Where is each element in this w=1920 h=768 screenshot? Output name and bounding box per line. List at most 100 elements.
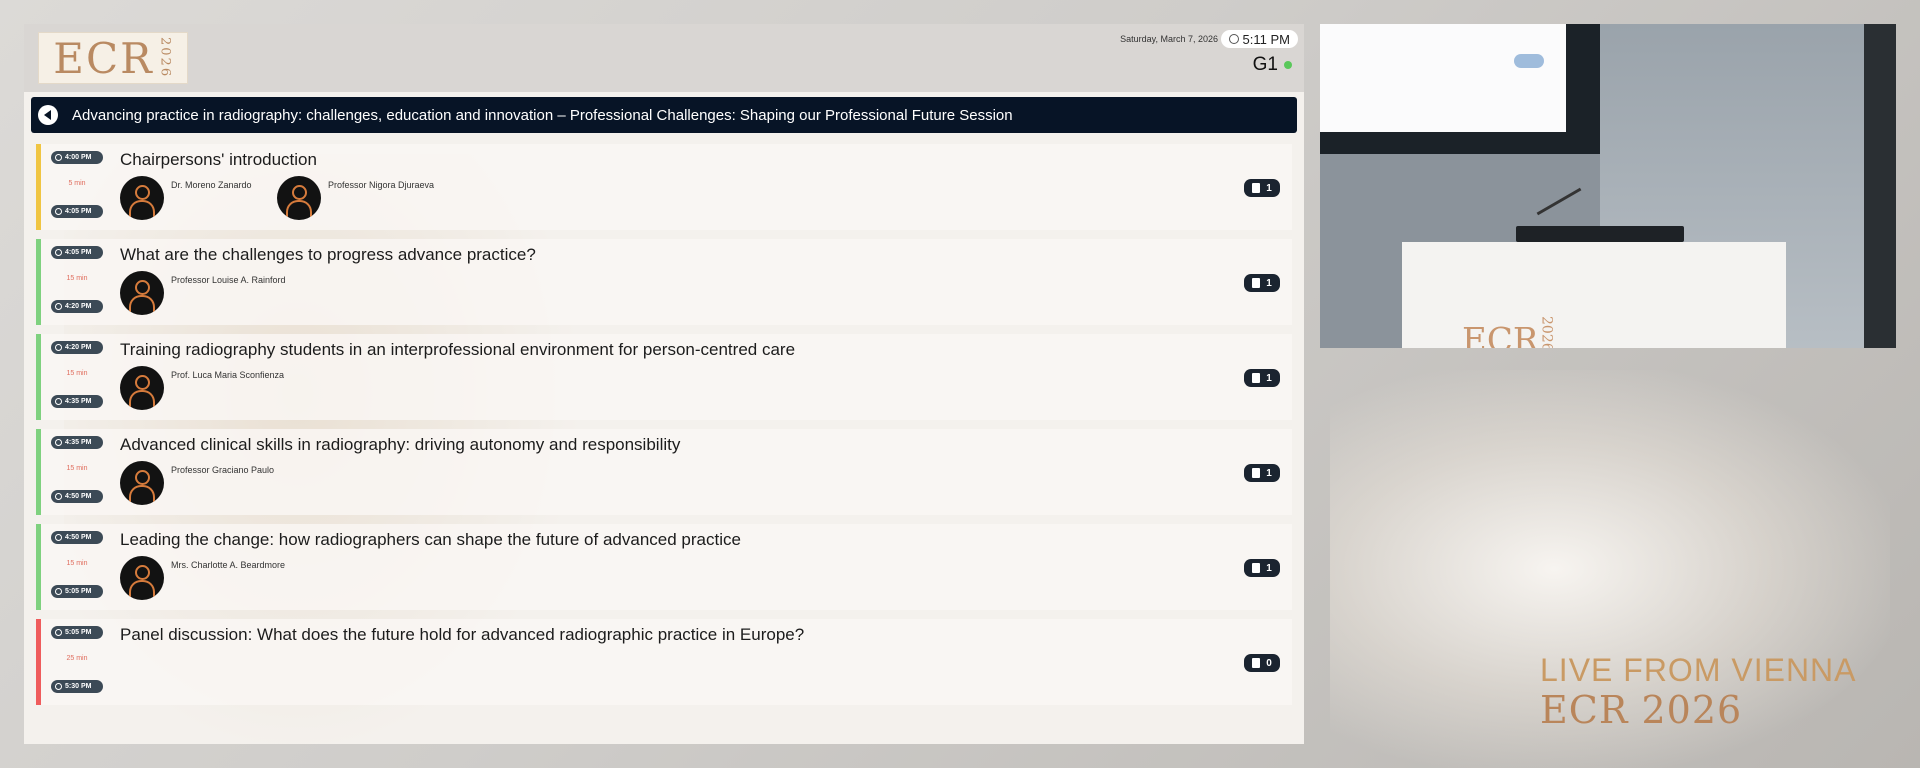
document-count: 1 <box>1266 562 1272 574</box>
speaker-name: Prof. Luca Maria Sconfienza <box>171 370 285 380</box>
end-time: 4:35 PM <box>65 398 92 405</box>
end-time-badge: 4:50 PM <box>51 490 103 503</box>
start-time-badge: 4:00 PM <box>51 151 103 164</box>
speaker-name: Professor Graciano Paulo <box>171 465 275 475</box>
duration-label: 15 min <box>66 275 88 282</box>
end-time: 5:05 PM <box>65 588 92 595</box>
end-time: 4:50 PM <box>65 493 92 500</box>
documents-button[interactable]: 1 <box>1244 274 1280 292</box>
start-time: 4:35 PM <box>65 439 92 446</box>
live-video-feed: ECR2026 <box>1320 24 1896 348</box>
document-count: 0 <box>1266 657 1272 669</box>
speaker-name: Mrs. Charlotte A. Beardmore <box>171 560 286 570</box>
branding-line1: LIVE FROM VIENNA <box>1540 652 1857 688</box>
start-time: 4:20 PM <box>65 344 92 351</box>
start-time: 5:05 PM <box>65 629 92 636</box>
talk-title[interactable]: Leading the change: how radiographers ca… <box>120 530 741 550</box>
talk-card[interactable]: 4:35 PM 15 min 4:50 PM Advanced clinical sk… <box>36 429 1292 515</box>
podium-logo-text: ECR <box>1462 320 1539 348</box>
back-arrow-icon[interactable] <box>38 105 58 125</box>
start-time-badge: 5:05 PM <box>51 626 103 639</box>
duration-label: 15 min <box>66 370 88 377</box>
documents-button[interactable]: 1 <box>1244 559 1280 577</box>
ecr-logo: ECR 2026 <box>38 32 188 84</box>
podium <box>1402 242 1786 348</box>
end-time: 4:20 PM <box>65 303 92 310</box>
speaker-name: Professor Nigora Djuraeva <box>328 180 435 190</box>
status-dot-icon <box>1284 61 1292 69</box>
end-time-badge: 5:30 PM <box>51 680 103 693</box>
duration-label: 15 min <box>66 560 88 567</box>
start-time: 4:50 PM <box>65 534 92 541</box>
podium-logo-year: 2026 <box>1538 316 1555 348</box>
agenda-panel: ECR 2026 Saturday, March 7, 2026 5:11 PM… <box>24 24 1304 744</box>
clock-icon <box>55 249 62 256</box>
end-time-badge: 4:05 PM <box>51 205 103 218</box>
start-time: 4:00 PM <box>65 154 92 161</box>
clock-badge: 5:11 PM <box>1220 30 1298 48</box>
document-count: 1 <box>1266 372 1272 384</box>
clock-icon <box>55 208 62 215</box>
speaker[interactable]: Professor Graciano Paulo <box>120 461 274 505</box>
speaker[interactable]: Dr. Moreno Zanardo <box>120 176 252 220</box>
logo-year: 2026 <box>157 37 173 79</box>
clock-icon <box>1228 34 1239 44</box>
document-count: 1 <box>1266 182 1272 194</box>
speaker[interactable]: Professor Nigora Djuraeva <box>277 176 434 220</box>
document-count: 1 <box>1266 467 1272 479</box>
logo-text: ECR <box>53 33 154 83</box>
clock-icon <box>55 154 62 161</box>
documents-button[interactable]: 1 <box>1244 369 1280 387</box>
projection-screen <box>1320 24 1566 132</box>
end-time-badge: 4:35 PM <box>51 395 103 408</box>
end-time: 4:05 PM <box>65 208 92 215</box>
speaker[interactable]: Mrs. Charlotte A. Beardmore <box>120 556 285 600</box>
document-icon <box>1252 373 1261 383</box>
talk-card[interactable]: 4:00 PM 5 min 4:05 PM Chairpersons' introdu… <box>36 144 1292 230</box>
avatar-icon <box>120 461 164 505</box>
speaker[interactable]: Professor Louise A. Rainford <box>120 271 286 315</box>
clock-icon <box>55 683 62 690</box>
podium-monitor <box>1516 226 1684 242</box>
clock-icon <box>55 398 62 405</box>
room-indicator: G1 <box>1253 54 1292 76</box>
end-time-badge: 5:05 PM <box>51 585 103 598</box>
talk-card[interactable]: 4:50 PM 15 min 5:05 PM Leading the change: … <box>36 524 1292 610</box>
start-time-badge: 4:05 PM <box>51 246 103 259</box>
clock-icon <box>55 588 62 595</box>
avatar-icon <box>120 366 164 410</box>
talk-title[interactable]: Advanced clinical skills in radiography:… <box>120 435 680 455</box>
talk-title[interactable]: What are the challenges to progress adva… <box>120 245 536 265</box>
talk-title[interactable]: Chairpersons' introduction <box>120 150 317 170</box>
duration-label: 15 min <box>66 465 88 472</box>
avatar-icon <box>120 556 164 600</box>
microphone-icon <box>1536 187 1582 216</box>
document-icon <box>1252 183 1261 193</box>
talk-card[interactable]: 4:20 PM 15 min 4:35 PM Training radiography… <box>36 334 1292 420</box>
header-bar: ECR 2026 Saturday, March 7, 2026 5:11 PM… <box>24 24 1304 92</box>
document-icon <box>1252 563 1261 573</box>
talk-title[interactable]: Panel discussion: What does the future h… <box>120 625 804 645</box>
duration-label: 5 min <box>68 180 86 187</box>
talk-card[interactable]: 5:05 PM 25 min 5:30 PM Panel discussion: Wh… <box>36 619 1292 705</box>
talk-title[interactable]: Training radiography students in an inte… <box>120 340 795 360</box>
branding-line2: ECR 2026 <box>1540 688 1743 732</box>
avatar-icon <box>120 271 164 315</box>
speaker-name: Professor Louise A. Rainford <box>171 275 286 285</box>
end-time-badge: 4:20 PM <box>51 300 103 313</box>
start-time-badge: 4:35 PM <box>51 436 103 449</box>
start-time: 4:05 PM <box>65 249 92 256</box>
document-count: 1 <box>1266 277 1272 289</box>
start-time-badge: 4:20 PM <box>51 341 103 354</box>
clock-icon <box>55 534 62 541</box>
speaker[interactable]: Prof. Luca Maria Sconfienza <box>120 366 284 410</box>
end-time: 5:30 PM <box>65 683 92 690</box>
clock-icon <box>55 344 62 351</box>
documents-button[interactable]: 0 <box>1244 654 1280 672</box>
document-icon <box>1252 278 1261 288</box>
duration-label: 25 min <box>66 655 88 662</box>
documents-button[interactable]: 1 <box>1244 464 1280 482</box>
talk-card[interactable]: 4:05 PM 15 min 4:20 PM What are the challen… <box>36 239 1292 325</box>
projection-screen-frame <box>1320 24 1600 154</box>
documents-button[interactable]: 1 <box>1244 179 1280 197</box>
